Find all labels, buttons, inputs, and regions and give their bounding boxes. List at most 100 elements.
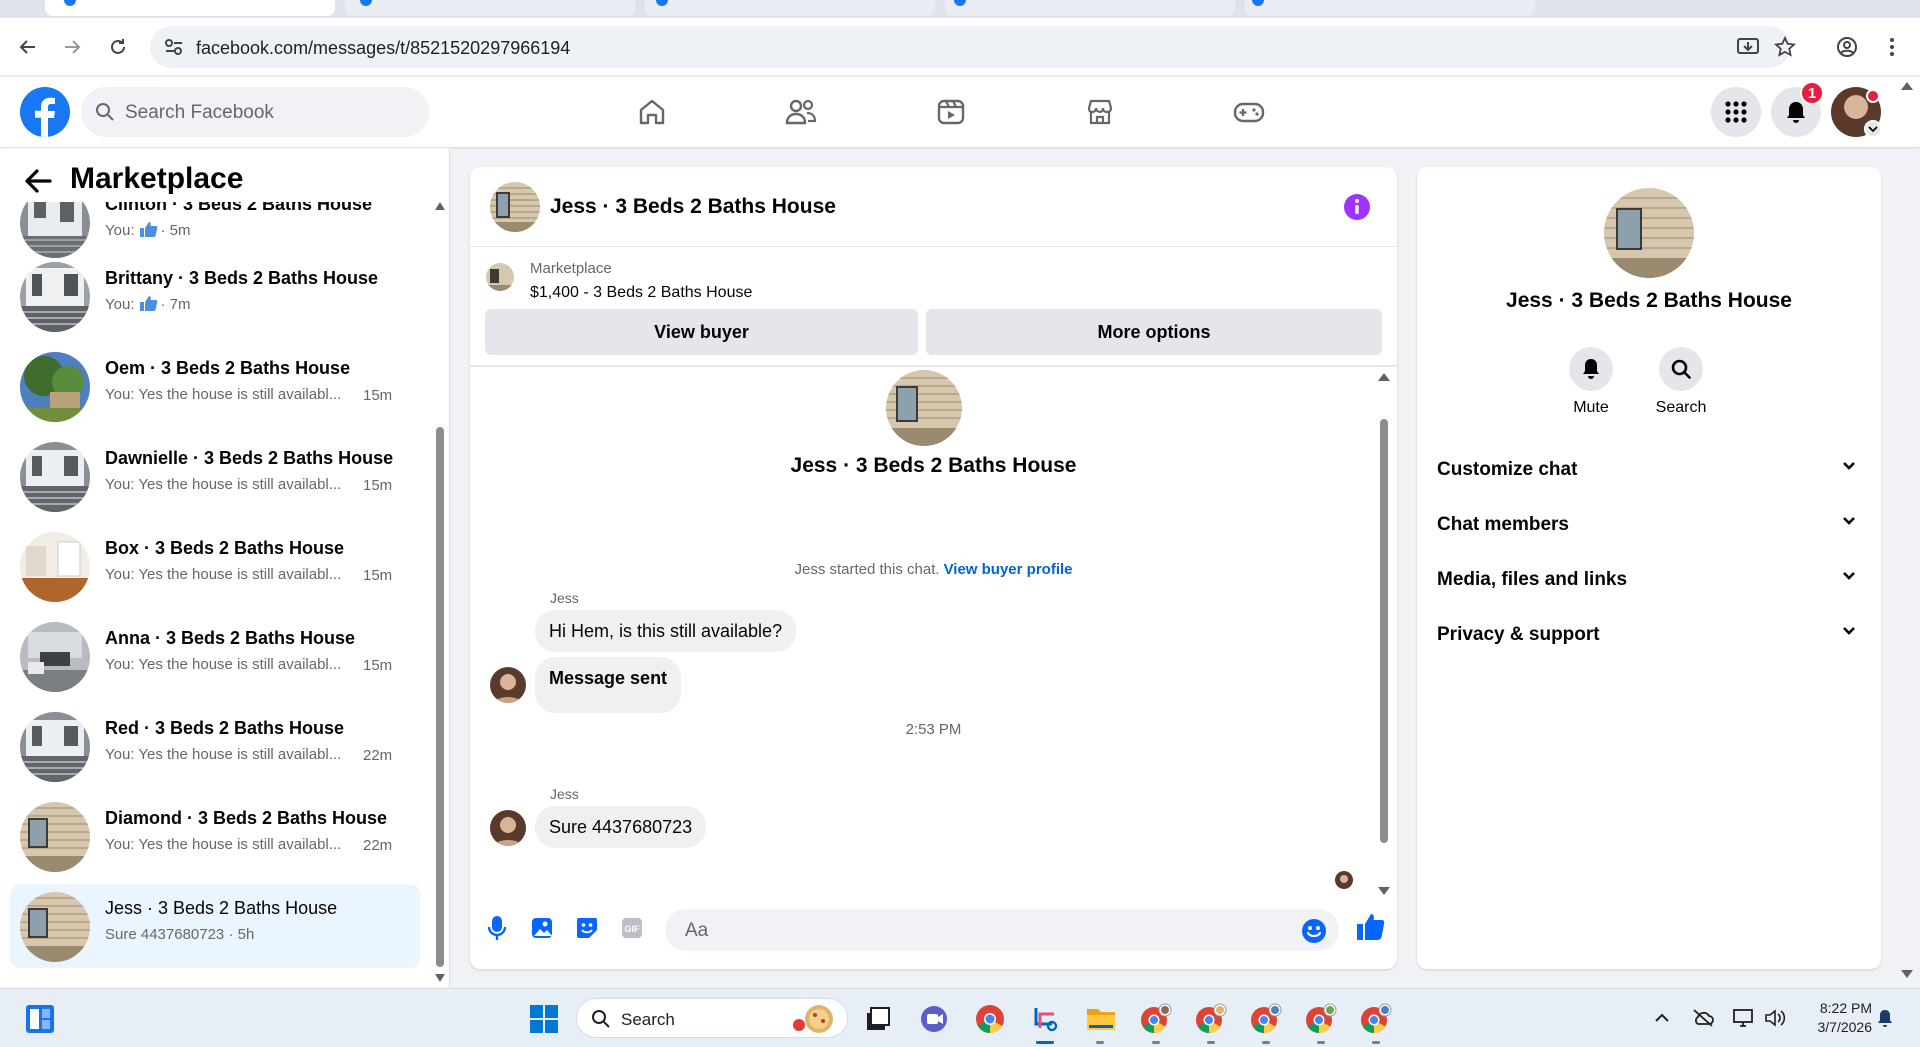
facebook-search-box[interactable]: Search Facebook xyxy=(81,87,429,137)
sender-avatar[interactable] xyxy=(490,667,526,703)
send-like-icon[interactable] xyxy=(1355,912,1385,942)
start-button[interactable] xyxy=(526,1001,562,1037)
taskbar-app-chrome-profile[interactable] xyxy=(1193,1001,1229,1037)
chat-members-section[interactable]: Chat members xyxy=(1437,504,1861,544)
view-buyer-button[interactable]: View buyer xyxy=(485,309,918,355)
network-icon[interactable] xyxy=(1732,1008,1756,1028)
sticker-button[interactable] xyxy=(572,913,602,943)
customize-chat-section[interactable]: Customize chat xyxy=(1437,449,1861,489)
conversation-preview: You: Yes the house is still availabl... xyxy=(105,386,342,403)
listing-price[interactable]: $1,400 - 3 Beds 2 Baths House xyxy=(530,284,752,302)
conversation-item[interactable]: Red · 3 Beds 2 Baths House You: Yes the … xyxy=(10,704,420,788)
sticker-icon xyxy=(577,918,597,938)
search-action[interactable]: Search xyxy=(1641,347,1721,417)
nav-friends-button[interactable] xyxy=(784,95,818,129)
conversation-item[interactable]: Box · 3 Beds 2 Baths House You: Yes the … xyxy=(10,524,420,608)
nav-watch-button[interactable] xyxy=(934,95,968,129)
chat-scrollbar[interactable] xyxy=(1377,373,1391,895)
taskbar-app-chrome-profile[interactable] xyxy=(1303,1001,1339,1037)
search-in-conversation-button[interactable] xyxy=(1659,347,1703,391)
nav-home-button[interactable] xyxy=(635,95,669,129)
menu-button[interactable] xyxy=(1711,87,1761,137)
section-label: Customize chat xyxy=(1437,459,1578,480)
message-input[interactable]: Aa xyxy=(665,909,1339,951)
address-bar[interactable]: facebook.com/messages/t/8521520297966194 xyxy=(150,26,1790,68)
chevron-down-icon xyxy=(1843,572,1855,580)
widgets-button[interactable] xyxy=(22,1001,58,1037)
facebook-logo-icon[interactable] xyxy=(20,87,70,137)
emoji-icon[interactable] xyxy=(1301,918,1327,944)
mute-button[interactable] xyxy=(1569,347,1613,391)
buyer-profile-avatar[interactable] xyxy=(886,370,962,446)
gif-icon: GIF xyxy=(622,918,642,938)
taskbar-app-chrome-profile[interactable] xyxy=(1248,1001,1284,1037)
search-icon xyxy=(96,103,114,121)
gif-button[interactable]: GIF xyxy=(617,913,647,943)
info-icon[interactable] xyxy=(1343,193,1371,221)
system-clock[interactable]: 8:22 PM 3/7/2026 xyxy=(1800,999,1873,1037)
conversation-item[interactable]: Oem · 3 Beds 2 Baths House You: Yes the … xyxy=(10,344,420,428)
cloud-offline-icon[interactable] xyxy=(1692,1008,1714,1028)
listing-thumbnail xyxy=(20,202,90,258)
browser-tab[interactable] xyxy=(345,0,635,16)
message-bubble[interactable]: Sure 4437680723 xyxy=(535,806,707,848)
conversation-avatar[interactable] xyxy=(1604,188,1694,278)
nav-gaming-button[interactable] xyxy=(1232,95,1266,129)
more-options-button[interactable]: More options xyxy=(926,309,1382,355)
task-view-button[interactable] xyxy=(860,1001,896,1037)
account-chevron[interactable] xyxy=(1864,120,1882,138)
taskbar-app-file-explorer[interactable] xyxy=(1083,1001,1119,1037)
browser-tab[interactable] xyxy=(45,0,335,16)
url-text[interactable]: facebook.com/messages/t/8521520297966194 xyxy=(196,38,570,59)
sender-avatar[interactable] xyxy=(490,810,526,846)
privacy-support-section[interactable]: Privacy & support xyxy=(1437,614,1861,654)
volume-icon[interactable] xyxy=(1764,1008,1786,1028)
nav-marketplace-button[interactable] xyxy=(1083,95,1117,129)
site-settings-icon[interactable] xyxy=(164,38,184,56)
taskbar-app-chrome-profile[interactable] xyxy=(1138,1001,1174,1037)
taskbar-app-chrome-profile[interactable] xyxy=(1358,1001,1394,1037)
chevron-up-icon[interactable] xyxy=(1654,1011,1670,1023)
chat-title[interactable]: Jess · 3 Beds 2 Baths House xyxy=(550,195,836,219)
video-icon xyxy=(937,99,965,125)
message-sender: Jess xyxy=(550,786,579,802)
chat-avatar[interactable] xyxy=(490,182,540,232)
page-scrollbar[interactable] xyxy=(1900,80,1914,980)
profile-icon[interactable] xyxy=(1836,36,1858,58)
forward-button[interactable] xyxy=(58,33,86,61)
chat-started-notice: Jess started this chat. View buyer profil… xyxy=(794,561,1073,578)
conversation-item[interactable]: Diamond · 3 Beds 2 Baths House You: Yes … xyxy=(10,794,420,878)
conversation-item[interactable]: Anna · 3 Beds 2 Baths House You: Yes the… xyxy=(10,614,420,698)
taskbar-search-box[interactable]: Search xyxy=(576,998,848,1038)
browser-tab[interactable] xyxy=(945,0,1235,16)
conversation-item[interactable]: Brittany · 3 Beds 2 Baths House You: · 7m xyxy=(10,254,420,338)
notification-bell-icon[interactable] xyxy=(1876,1008,1894,1028)
running-app-indicator xyxy=(1096,1041,1104,1044)
back-arrow-icon[interactable] xyxy=(24,168,52,194)
view-buyer-profile-link[interactable]: View buyer profile xyxy=(944,561,1073,578)
reload-button[interactable] xyxy=(104,33,132,61)
bookmark-star-icon[interactable] xyxy=(1774,36,1796,58)
thumbs-up-icon xyxy=(140,296,158,312)
chrome-profile-icon xyxy=(1141,1003,1172,1033)
chrome-profile-icon xyxy=(1196,1003,1227,1033)
conversation-item-selected[interactable]: Jess · 3 Beds 2 Baths House Sure 4437680… xyxy=(10,884,420,968)
mute-action[interactable]: Mute xyxy=(1551,347,1631,417)
message-bubble[interactable]: Hi Hem, is this still available? xyxy=(535,610,797,652)
video-chat-icon xyxy=(921,1006,947,1032)
install-app-icon[interactable] xyxy=(1736,36,1760,58)
browser-tab[interactable] xyxy=(645,0,935,16)
browser-tab[interactable] xyxy=(1245,0,1535,16)
conversation-name: Red · 3 Beds 2 Baths House xyxy=(105,718,345,738)
taskbar-app-chrome[interactable] xyxy=(972,1001,1008,1037)
back-button[interactable] xyxy=(14,33,42,61)
taskbar-app-meet[interactable] xyxy=(916,1001,952,1037)
voice-clip-button[interactable] xyxy=(482,913,512,943)
message-bubble[interactable]: Message sent xyxy=(535,657,682,713)
conversation-item[interactable]: Dawnielle · 3 Beds 2 Baths House You: Ye… xyxy=(10,434,420,518)
taskbar-app-snipping[interactable] xyxy=(1027,1001,1063,1037)
attach-photo-button[interactable] xyxy=(527,913,557,943)
media-files-links-section[interactable]: Media, files and links xyxy=(1437,559,1861,599)
sidebar-scrollbar[interactable] xyxy=(434,202,446,982)
browser-menu-icon[interactable] xyxy=(1888,36,1896,58)
